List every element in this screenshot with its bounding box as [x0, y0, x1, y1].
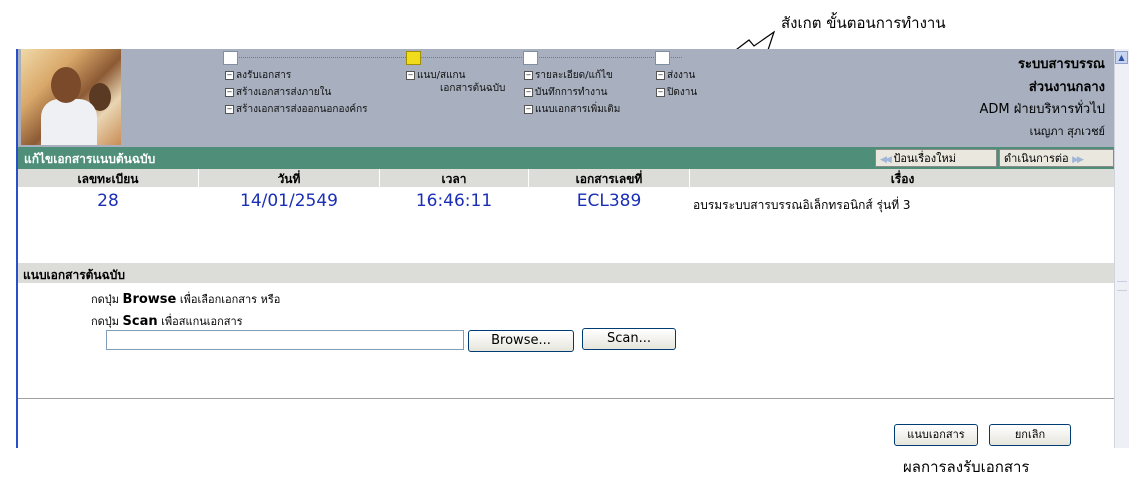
workflow-item[interactable]: − ลงรับเอกสาร	[225, 70, 291, 82]
cell-date: 14/01/2549	[240, 191, 338, 211]
collapse-icon: −	[524, 71, 533, 80]
workflow-item[interactable]: − รายละเอียด/แก้ไข	[524, 70, 613, 82]
collapse-icon: −	[406, 71, 415, 80]
collapse-icon: −	[656, 71, 665, 80]
workflow-item[interactable]: − บันทึกการทำงาน	[524, 87, 607, 99]
vertical-scrollbar[interactable]: ▲	[1114, 49, 1129, 448]
double-right-arrow-icon: ▶▶	[1072, 155, 1084, 165]
collapse-icon: −	[524, 88, 533, 97]
step-indicator-receive	[223, 51, 238, 65]
cell-subject: อบรมระบบสารบรรณอิเล็กทรอนิกส์ รุ่นที่ 3	[693, 198, 911, 212]
workflow-item[interactable]: − สร้างเอกสารส่งออกนอกองค์กร	[225, 104, 368, 116]
divider	[18, 398, 1115, 399]
col-header-docno: เอกสารเลขที่	[575, 172, 643, 186]
step-indicator-send	[655, 51, 670, 65]
workflow-item[interactable]: − ปิดงาน	[656, 87, 697, 99]
new-entry-button[interactable]: ◀◀ ป้อนเรื่องใหม่	[875, 149, 997, 167]
attach-document-button[interactable]: แนบเอกสาร	[894, 424, 978, 446]
workflow-item[interactable]: − แนบ/สแกน	[406, 70, 465, 82]
table-header: เลขทะเบียน วันที่ เวลา เอกสารเลขที่ เรื่…	[18, 169, 1115, 187]
continue-button[interactable]: ดำเนินการต่อ ▶▶	[999, 149, 1114, 167]
cell-regno: 28	[97, 191, 119, 211]
workflow-item[interactable]: − แนบเอกสารเพิ่มเติม	[524, 104, 620, 116]
collapse-icon: −	[225, 105, 234, 114]
file-path-input[interactable]	[106, 330, 464, 350]
collapse-icon: −	[656, 88, 665, 97]
department-label: ADM ฝ่ายบริหารทั่วไป	[979, 102, 1105, 117]
col-header-regno: เลขทะเบียน	[77, 172, 139, 186]
collapse-icon: −	[524, 105, 533, 114]
instruction-scan: กดปุ่ม Scan เพื่อสแกนเอกสาร	[91, 314, 243, 329]
header-banner: − ลงรับเอกสาร − สร้างเอกสารส่งภายใน − สร้าง…	[18, 49, 1115, 147]
col-header-date: วันที่	[277, 172, 301, 186]
figure-caption: ผลการลงรับเอกสาร	[903, 458, 1030, 476]
double-left-arrow-icon: ◀◀	[880, 155, 892, 165]
user-name: เนญภา สุภเวชย์	[1029, 125, 1105, 138]
scan-button[interactable]: Scan...	[582, 328, 676, 350]
instruction-browse: กดปุ่ม Browse เพื่อเลือกเอกสาร หรือ	[91, 292, 281, 307]
system-title: ระบบสารบรรณ	[1018, 57, 1105, 72]
col-header-time: เวลา	[441, 172, 467, 186]
workflow-item-sub: เอกสารต้นฉบับ	[440, 83, 506, 94]
system-subtitle: ส่วนงานกลาง	[1028, 80, 1105, 95]
app-window: − ลงรับเอกสาร − สร้างเอกสารส่งภายใน − สร้าง…	[16, 49, 1129, 448]
step-indicator-attach	[406, 51, 421, 65]
collapse-icon: −	[225, 71, 234, 80]
attach-section-title: แนบเอกสารต้นฉบับ	[23, 268, 126, 282]
step-indicator-detail	[523, 51, 538, 65]
banner-photo	[21, 49, 121, 145]
browse-button[interactable]: Browse...	[468, 330, 574, 352]
cell-docno: ECL389	[576, 191, 642, 211]
scroll-grip-icon[interactable]	[1117, 281, 1127, 291]
page-titlebar: แก้ไขเอกสารแนบต้นฉบับ ◀◀ ป้อนเรื่องใหม่ …	[18, 147, 1115, 169]
workflow-item[interactable]: − สร้างเอกสารส่งภายใน	[225, 87, 331, 99]
scroll-up-arrow-icon[interactable]: ▲	[1115, 51, 1128, 64]
collapse-icon: −	[225, 88, 234, 97]
col-header-subject: เรื่อง	[890, 172, 915, 186]
annotation-note: สังเกต ขั้นตอนการทำงาน	[781, 14, 946, 32]
attach-section-header: แนบเอกสารต้นฉบับ	[18, 263, 1115, 283]
cell-time: 16:46:11	[415, 191, 493, 211]
page-title: แก้ไขเอกสารแนบต้นฉบับ	[24, 152, 156, 166]
workflow-item[interactable]: − ส่งงาน	[656, 70, 695, 82]
cancel-button[interactable]: ยกเลิก	[989, 424, 1071, 446]
